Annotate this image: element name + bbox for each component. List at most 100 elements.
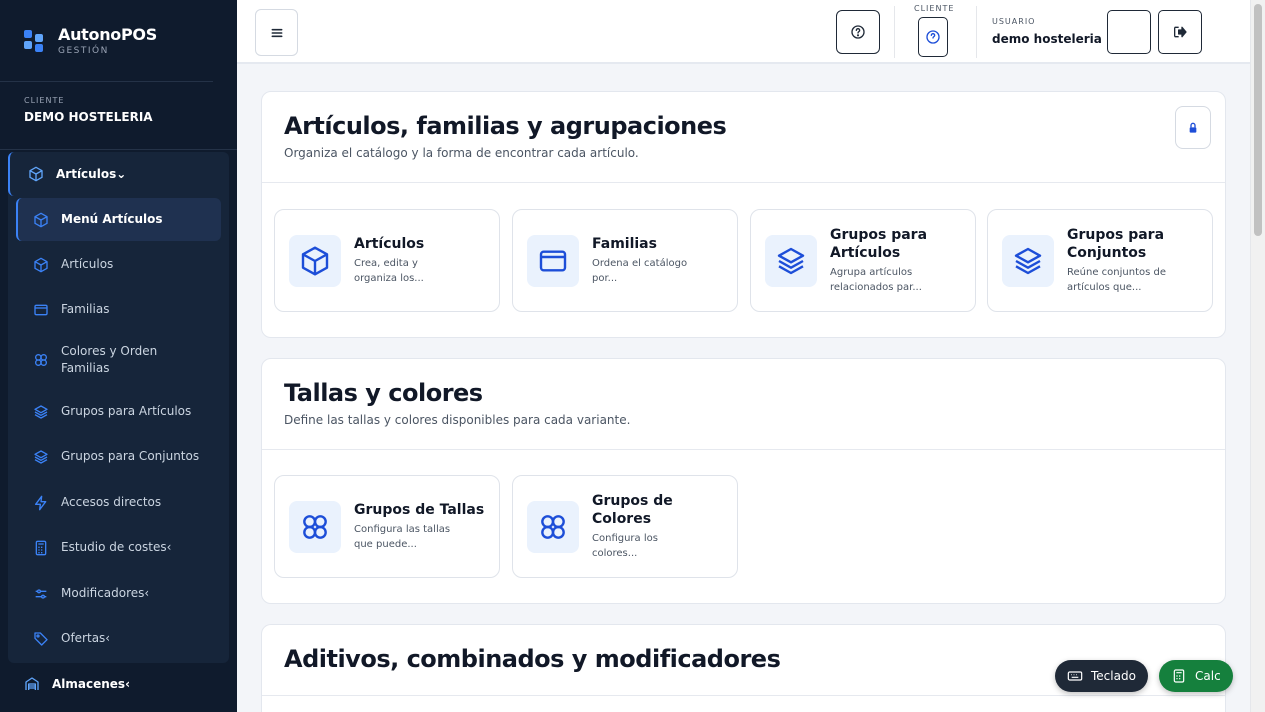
tile-description: Reúne conjuntos de artículos que...	[1067, 267, 1166, 294]
tile-description: Crea, edita y organiza los...	[354, 258, 424, 285]
sidebar-item-label: Grupos para Artículos	[61, 404, 192, 419]
sidebar-item-grupos-conjuntos[interactable]: Grupos para Conjuntos	[16, 435, 221, 478]
logout-icon	[1172, 24, 1188, 40]
help-circle-icon	[850, 24, 866, 40]
user-label: USUARIO	[992, 17, 1036, 26]
help-circle-icon	[925, 29, 941, 45]
tile-familias[interactable]: Familias Ordena el catálogo por...	[512, 209, 738, 312]
tile-title: Familias	[592, 235, 657, 252]
nav-group-label: Artículos⌄	[56, 167, 127, 181]
calculator-icon	[33, 540, 49, 556]
sidebar-item-estudio-costes[interactable]: Estudio de costes‹	[16, 526, 221, 569]
calculator-button-label: Calc	[1195, 669, 1221, 683]
section-articulos: Artículos, familias y agrupaciones Organ…	[261, 91, 1226, 338]
help-button[interactable]	[836, 10, 880, 54]
lock-button[interactable]	[1175, 106, 1211, 149]
tile-grupos-colores[interactable]: Grupos de Colores Configura los colores.…	[512, 475, 738, 578]
brand-name: AutonoPOS	[58, 25, 157, 44]
divider	[894, 6, 895, 58]
user-name: demo hosteleria	[992, 32, 1102, 46]
client-help-button[interactable]	[918, 17, 948, 57]
sidebar-item-label: Accesos directos	[61, 495, 162, 510]
sidebar-item-colores-orden-familias[interactable]: Colores y Orden Familias	[16, 336, 221, 384]
sidebar-item-accesos-directos[interactable]: Accesos directos	[16, 481, 221, 524]
tag-icon	[33, 631, 49, 647]
section-header: Artículos, familias y agrupaciones Organ…	[262, 92, 1225, 183]
section-title: Artículos, familias y agrupaciones	[284, 112, 727, 140]
menu-toggle-button[interactable]	[255, 9, 298, 56]
keyboard-icon	[1067, 668, 1083, 684]
calculator-button[interactable]: Calc	[1159, 660, 1233, 692]
tile-description: Configura los colores...	[592, 533, 658, 560]
section-header: Tallas y colores Define las tallas y col…	[262, 359, 1225, 450]
sidebar-item-familias[interactable]: Familias	[16, 288, 221, 331]
tile-description: Ordena el catálogo por...	[592, 258, 688, 285]
tile-title: Grupos de Colores	[592, 492, 673, 527]
folder-icon	[33, 302, 49, 318]
sidebar-item-label: Artículos	[61, 257, 114, 272]
nav-group-articulos-header[interactable]: Artículos⌄	[8, 152, 229, 196]
layers-icon	[1002, 235, 1054, 287]
tile-grupos-tallas[interactable]: Grupos de Tallas Configura las tallas qu…	[274, 475, 500, 578]
tile-title: Grupos de Tallas	[354, 501, 485, 518]
folder-icon	[527, 235, 579, 287]
flower-icon	[33, 352, 49, 368]
sidebar-item-label: Grupos para Conjuntos	[61, 449, 200, 464]
topbar-client-label: CLIENTE	[914, 4, 955, 13]
sidebar-item-label: Ofertas‹	[61, 631, 111, 646]
brand-subtitle: GESTIÓN	[58, 46, 109, 56]
hamburger-icon	[269, 25, 285, 41]
brand[interactable]: AutonoPOS GESTIÓN	[0, 0, 213, 82]
layers-icon	[33, 449, 49, 465]
calculator-icon	[1171, 668, 1187, 684]
cube-icon	[33, 257, 49, 273]
section-subtitle: Define las tallas y colores disponibles …	[284, 413, 631, 427]
keyboard-button-label: Teclado	[1091, 669, 1136, 683]
brand-logo-icon	[24, 29, 46, 52]
nav-group-articulos: Artículos⌄ Menú Artículos Artículos Fami…	[8, 152, 229, 663]
sidebar-item-grupos-articulos[interactable]: Grupos para Artículos	[16, 390, 221, 433]
section-title: Tallas y colores	[284, 379, 483, 407]
sidebar-item-ofertas[interactable]: Ofertas‹	[16, 617, 221, 660]
layers-icon	[765, 235, 817, 287]
tile-grupos-articulos[interactable]: Grupos para Artículos Agrupa artículos r…	[750, 209, 976, 312]
sidebar-item-label: Modificadores‹	[61, 586, 150, 601]
tile-grupos-conjuntos[interactable]: Grupos para Conjuntos Reúne conjuntos de…	[987, 209, 1213, 312]
keyboard-button[interactable]: Teclado	[1055, 660, 1148, 692]
tile-title: Grupos para Conjuntos	[1067, 226, 1165, 261]
cube-icon	[28, 166, 44, 182]
sidebar: AutonoPOS GESTIÓN CLIENTE DEMO HOSTELERI…	[0, 0, 237, 712]
client-label: CLIENTE	[24, 96, 65, 105]
topbar: CLIENTE USUARIO demo hosteleria	[237, 0, 1250, 64]
cube-icon	[289, 235, 341, 287]
tile-articulos[interactable]: Artículos Crea, edita y organiza los...	[274, 209, 500, 312]
tile-title: Artículos	[354, 235, 425, 252]
sidebar-item-label: Familias	[61, 302, 110, 317]
section-subtitle: Organiza el catálogo y la forma de encon…	[284, 146, 639, 160]
flower-icon	[527, 501, 579, 553]
section-tallas-colores: Tallas y colores Define las tallas y col…	[261, 358, 1226, 604]
bolt-icon	[33, 495, 49, 511]
tile-title: Grupos para Artículos	[830, 226, 928, 261]
sidebar-item-label: Colores y Orden Familias	[61, 344, 158, 375]
warehouse-icon	[24, 676, 40, 692]
divider	[976, 6, 977, 58]
lock-icon	[1185, 120, 1201, 136]
sidebar-item-label: Menú Artículos	[61, 212, 163, 227]
tile-description: Configura las tallas que puede...	[354, 524, 451, 551]
sidebar-item-label: Estudio de costes‹	[61, 540, 172, 555]
user-menu-button[interactable]	[1107, 10, 1151, 54]
cube-icon	[33, 212, 49, 228]
flower-icon	[289, 501, 341, 553]
tile-description: Agrupa artículos relacionados par...	[830, 267, 922, 294]
layers-icon	[33, 404, 49, 420]
sidebar-item-articulos[interactable]: Artículos	[16, 243, 221, 286]
sidebar-item-almacenes[interactable]: Almacenes‹	[24, 676, 130, 692]
scrollbar-thumb[interactable]	[1254, 4, 1262, 236]
client-block: CLIENTE DEMO HOSTELERIA	[0, 82, 237, 150]
sidebar-item-menu-articulos[interactable]: Menú Artículos	[16, 198, 221, 241]
logout-button[interactable]	[1158, 10, 1202, 54]
page-scrollbar[interactable]	[1250, 0, 1265, 712]
sidebar-item-modificadores[interactable]: Modificadores‹	[16, 572, 221, 615]
sidebar-item-label: Almacenes‹	[52, 677, 131, 691]
